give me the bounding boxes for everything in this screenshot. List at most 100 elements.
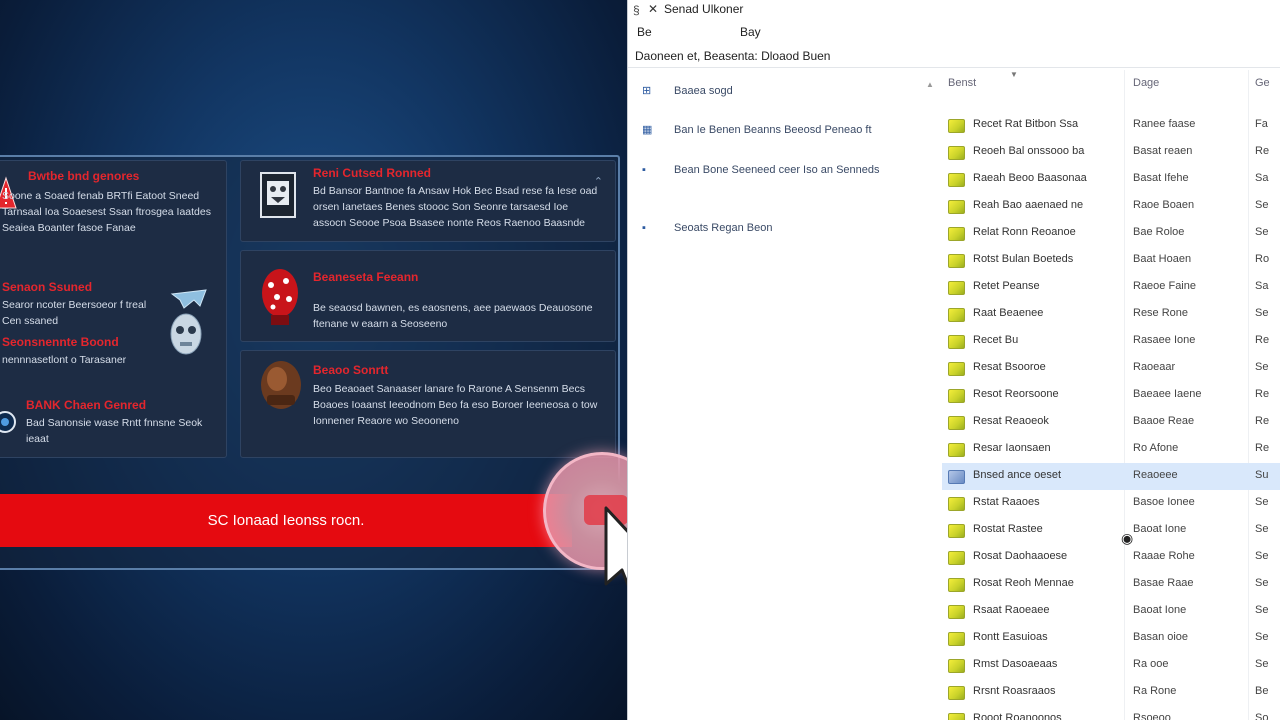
card-title: Beaneseta Feeann [313, 270, 419, 284]
file-row[interactable]: Resat Bsooroe Raoeaar Se [942, 355, 1280, 382]
threat-card: Reni Cutsed Ronned Bd Bansor Bantnoe fa … [240, 160, 616, 242]
file-extra: Se [1255, 361, 1269, 373]
file-name: Recet Bu [973, 334, 1019, 346]
file-name: Rmst Dasoaeaas [973, 658, 1058, 670]
column-header-type[interactable]: Dage [1133, 77, 1159, 89]
file-extra: Se [1255, 307, 1269, 319]
file-row[interactable]: Rosat Daohaaoese Raaae Rohe Se [942, 544, 1280, 571]
file-type: Bae Roloe [1133, 226, 1185, 238]
file-type: Ra ooe [1133, 658, 1169, 670]
drive-icon: ▪ [642, 222, 646, 234]
file-row[interactable]: Recet Rat Bitbon Ssa Ranee faase Fa [942, 112, 1280, 139]
skull-mascot-icon [170, 289, 207, 355]
file-row[interactable]: Reah Bao aaenaed ne Raoe Boaen Se [942, 193, 1280, 220]
file-type: Raoe Boaen [1133, 199, 1195, 211]
file-row[interactable]: Rrsnt Roasraaos Ra Rone Be [942, 679, 1280, 706]
file-list: ▼ Benst Dage Ge Recet Rat Bitbon Ssa Rane… [942, 70, 1280, 720]
file-row[interactable]: Resar Iaonsaen Ro Afone Re [942, 436, 1280, 463]
file-extra: Sa [1255, 280, 1269, 292]
file-icon [948, 173, 965, 187]
file-type: Rasaee Ione [1133, 334, 1196, 346]
file-icon [948, 308, 965, 322]
file-extra: Se [1255, 631, 1269, 643]
file-name: Rstat Raaoes [973, 496, 1040, 508]
file-type: Baaoe Reae [1133, 415, 1195, 427]
file-icon [948, 146, 965, 160]
file-type: Raeoe Faine [1133, 280, 1196, 292]
address-bar[interactable]: Daoneen et, Beasenta: Dloaod Buen [628, 44, 1280, 68]
file-row[interactable]: Rmst Dasoaeaas Ra ooe Se [942, 652, 1280, 679]
explorer-window: § ✕ Senad Ulkoner Be Bay Daoneen et, Bea… [627, 0, 1280, 720]
column-header-extra[interactable]: Ge [1255, 77, 1270, 89]
file-row[interactable]: Rooot Roanoonos Rsoeoo So [942, 706, 1280, 720]
close-icon[interactable]: ✕ [648, 2, 658, 16]
file-name: Reah Bao aaenaed ne [973, 199, 1084, 211]
file-name: Retet Peanse [973, 280, 1040, 292]
file-extra: Se [1255, 604, 1269, 616]
menu-item[interactable]: Bay [740, 25, 761, 39]
app-icon: § [633, 3, 640, 17]
file-extra: Ro [1255, 253, 1270, 265]
column-header-name[interactable]: Benst [948, 77, 976, 89]
file-row[interactable]: Resat Reaoeok Baaoe Reae Re [942, 409, 1280, 436]
file-name: Recet Rat Bitbon Ssa [973, 118, 1079, 130]
address-path: Daoneen et, Beasenta: Dloaod Buen [635, 49, 831, 63]
file-extra: Sa [1255, 172, 1269, 184]
menu-item[interactable]: Be [637, 25, 652, 39]
file-row[interactable]: Rostat Rastee Baoat Ione Se [942, 517, 1280, 544]
file-row[interactable]: Rstat Raaoes Basoe Ionee Se [942, 490, 1280, 517]
file-name: Resot Reorsoone [973, 388, 1059, 400]
file-row[interactable]: Bnsed ance oeset Reaoeee Su [942, 463, 1280, 490]
file-row[interactable]: Rosat Reoh Mennae Basae Raae Se [942, 571, 1280, 598]
file-type: Basat Ifehe [1133, 172, 1189, 184]
file-icon [948, 416, 965, 430]
file-icon [948, 713, 965, 720]
file-extra: Re [1255, 415, 1270, 427]
file-name: Rrsnt Roasraaos [973, 685, 1056, 697]
file-icon [948, 497, 965, 511]
threat-title: Bwtbe bnd genores [28, 169, 140, 183]
scareware-panel: Bwtbe bnd genores Soone a Soaed fenab BR… [0, 0, 627, 720]
file-extra: Se [1255, 199, 1269, 211]
file-extra: Se [1255, 658, 1269, 670]
file-icon [948, 578, 965, 592]
file-extra: Se [1255, 577, 1269, 589]
file-extra: Su [1255, 469, 1269, 481]
file-icon [948, 632, 965, 646]
file-type: Ranee faase [1133, 118, 1196, 130]
file-icon [948, 227, 965, 241]
menu-bar: Be Bay [628, 22, 1280, 42]
file-row[interactable]: Raeah Beoo Baasonaa Basat Ifehe Sa [942, 166, 1280, 193]
file-type: Rese Rone [1133, 307, 1189, 319]
file-icon [948, 389, 965, 403]
file-icon [948, 281, 965, 295]
file-extra: Re [1255, 442, 1270, 454]
file-extra: Be [1255, 685, 1269, 697]
file-row[interactable]: Relat Ronn Reoanoe Bae Roloe Se [942, 220, 1280, 247]
file-name: Resat Bsooroe [973, 361, 1046, 373]
card-description: Bd Bansor Bantnoe fa Ansaw Hok Bec Bsad … [313, 185, 598, 229]
nav-item-label: Seoats Regan Beon [674, 222, 773, 234]
file-extra: So [1255, 712, 1269, 720]
threat-description: nennnasetlont o Tarasaner [2, 354, 127, 366]
file-row[interactable]: Reoeh Bal onssooo ba Basat reaen Re [942, 139, 1280, 166]
file-row[interactable]: Retet Peanse Raeoe Faine Sa [942, 274, 1280, 301]
file-name: Resat Reaoeok [973, 415, 1049, 427]
file-row[interactable]: Resot Reorsoone Baeaee Iaene Re [942, 382, 1280, 409]
card-description: Beo Beaoaet Sanaaser lanare fo Rarone A … [313, 383, 598, 427]
collapse-icon[interactable]: ⌃ [594, 175, 603, 188]
file-name: Rontt Easuioas [973, 631, 1048, 643]
file-row[interactable]: Rontt Easuioas Basan oioe Se [942, 625, 1280, 652]
mouse-icon: ◉ [1121, 530, 1134, 546]
file-row[interactable]: Raat Beaenee Rese Rone Se [942, 301, 1280, 328]
file-type: Basan oioe [1133, 631, 1189, 643]
file-row[interactable]: Rsaat Raoeaee Baoat Ione Se [942, 598, 1280, 625]
file-type: Basat reaen [1133, 145, 1193, 157]
nav-item-label: Bean Bone Seeneed ceer Iso an Senneds [674, 164, 880, 176]
mouse-cursor-icon [604, 506, 627, 587]
fix-now-button[interactable]: SC Ionaad Ieonss rocn. [0, 494, 572, 547]
file-row[interactable]: Recet Bu Rasaee Ione Re [942, 328, 1280, 355]
shield-icon [0, 411, 16, 433]
file-row[interactable]: Rotst Bulan Boeteds Baat Hoaen Ro [942, 247, 1280, 274]
file-type: Baeaee Iaene [1133, 388, 1202, 400]
